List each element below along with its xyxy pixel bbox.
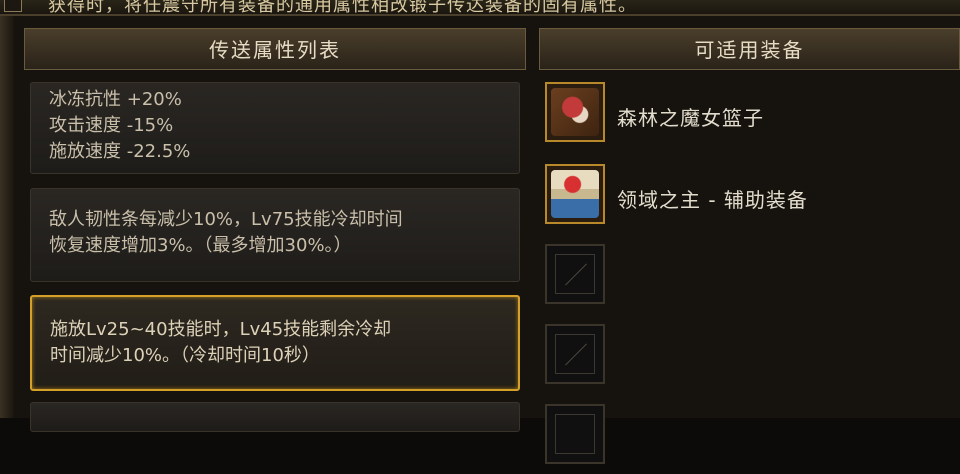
- stat-row: 冰冻抗性 +20%: [49, 89, 182, 110]
- equipment-item[interactable]: [539, 400, 960, 474]
- applicable-equipment-header: 可适用装备: [539, 28, 960, 70]
- empty-slot-icon[interactable]: [545, 404, 605, 464]
- effect-line: 时间减少10%。（冷却时间10秒）: [50, 345, 320, 366]
- domain-lord-scroll-icon: [551, 170, 599, 218]
- empty-slot-icon[interactable]: [545, 324, 605, 384]
- item-slot[interactable]: [545, 82, 605, 142]
- empty-slot-icon[interactable]: [545, 244, 605, 304]
- slot-frame: [555, 414, 595, 454]
- stat-row: 施放速度 -22.5%: [49, 141, 191, 162]
- banner-square-icon: [4, 0, 22, 12]
- item-name: 领域之主 - 辅助装备: [617, 188, 808, 212]
- left-frame: [0, 16, 14, 418]
- item-slot[interactable]: [545, 164, 605, 224]
- stat-row: 攻击速度 -15%: [49, 115, 174, 136]
- effect-option-3[interactable]: [30, 402, 520, 432]
- equipment-item[interactable]: [539, 240, 960, 314]
- equipment-item[interactable]: 领域之主 - 辅助装备: [539, 160, 960, 234]
- stat-list-box[interactable]: 冰冻抗性 +20% 攻击速度 -15% 施放速度 -22.5%: [30, 82, 520, 174]
- equipment-item[interactable]: [539, 320, 960, 394]
- effect-line: 施放Lv25~40技能时，Lv45技能剩余冷却: [50, 319, 392, 340]
- effect-option-2-selected[interactable]: 施放Lv25~40技能时，Lv45技能剩余冷却 时间减少10%。（冷却时间10秒…: [30, 295, 520, 391]
- equipment-item[interactable]: 森林之魔女篮子: [539, 78, 960, 152]
- effect-option-1[interactable]: 敌人韧性条每减少10%，Lv75技能冷却时间 恢复速度增加3%。（最多增加30%…: [30, 188, 520, 282]
- transfer-attributes-header: 传送属性列表: [24, 28, 526, 70]
- top-banner: 获得时，将任震守所有装备的通用属性相改锻子传达装备的固有属性。: [0, 0, 960, 16]
- top-banner-text: 获得时，将任震守所有装备的通用属性相改锻子传达装备的固有属性。: [48, 0, 637, 16]
- item-name: 森林之魔女篮子: [617, 106, 764, 130]
- effect-line: 恢复速度增加3%。（最多增加30%。）: [49, 235, 352, 256]
- witch-basket-icon: [551, 88, 599, 136]
- effect-line: 敌人韧性条每减少10%，Lv75技能冷却时间: [49, 209, 403, 230]
